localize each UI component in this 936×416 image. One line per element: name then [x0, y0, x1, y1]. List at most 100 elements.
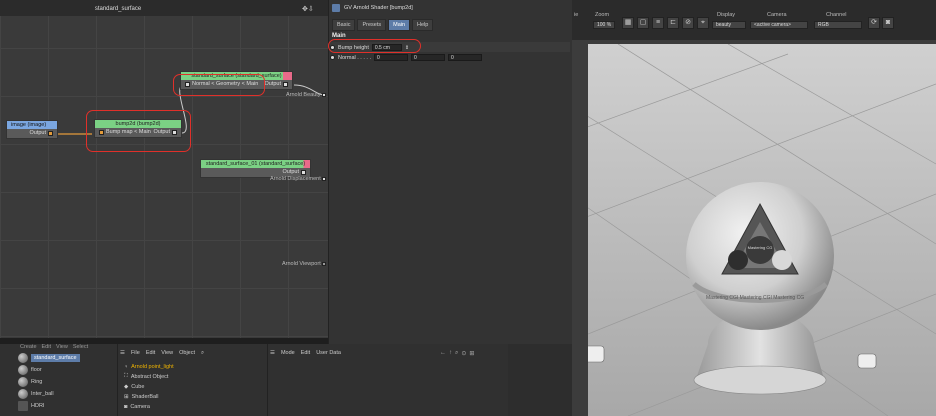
material-label: standard_surface: [31, 354, 80, 362]
channel-label: Channel: [826, 12, 847, 18]
camera-icon: ◙: [124, 403, 128, 410]
material-thumbnail: [18, 401, 28, 411]
camera-select[interactable]: <active camera>: [750, 21, 808, 29]
channel-select[interactable]: RGB: [814, 21, 862, 29]
tab-help[interactable]: Help: [412, 19, 434, 31]
attribute-panel-title: GV Arnold Shader [bump2d]: [344, 5, 413, 11]
image-output-port[interactable]: [48, 131, 53, 136]
arnold-viewport-port[interactable]: [322, 261, 327, 266]
material-label: Inter_ball: [31, 391, 54, 397]
material-item-standard-surface[interactable]: standard_surface: [18, 353, 80, 363]
material-thumbnail: [18, 353, 28, 363]
back-arrow-icon[interactable]: ←: [440, 350, 446, 357]
toolbar-left-label: ie: [574, 12, 579, 18]
normal-x-field[interactable]: 0: [374, 54, 409, 61]
light-icon: ♀: [124, 363, 129, 370]
material-menu-select[interactable]: Select: [73, 344, 88, 350]
refresh-icon[interactable]: ⟳: [868, 17, 880, 29]
search-icon[interactable]: ⌕: [455, 350, 458, 357]
image-node-title: image (image): [7, 121, 57, 129]
attr-menu-edit[interactable]: Edit: [301, 350, 310, 356]
standard-surface-output-label: Output: [264, 81, 281, 87]
normal-row: Normal . . . . . 0 0 0: [330, 53, 483, 62]
null-icon: ⛶: [124, 373, 128, 379]
region-icon[interactable]: ▢: [637, 17, 649, 29]
standard-surface-output-port[interactable]: [283, 82, 288, 87]
tab-presets[interactable]: Presets: [357, 19, 387, 31]
standard-surface-01-node-title: standard_surface_01 (standard_surface): [201, 160, 310, 168]
material-menu-create[interactable]: Create: [20, 344, 37, 350]
material-item-floor[interactable]: floor: [18, 365, 42, 375]
material-item-hdri[interactable]: HDRI: [18, 401, 44, 411]
attr-menu-user-data[interactable]: User Data: [316, 350, 341, 356]
material-item-ring[interactable]: Ring: [18, 377, 42, 387]
object-menu-object[interactable]: Object: [179, 350, 195, 357]
ring-text: Mastering CGI Mastering CGI Mastering CG: [706, 295, 804, 301]
bump-node-highlight: [86, 110, 191, 152]
object-label: Cube: [131, 383, 145, 390]
object-label: Arnold point_light: [131, 363, 174, 370]
hamburger-icon[interactable]: ☰: [120, 350, 125, 357]
arnold-displacement-port[interactable]: [322, 176, 327, 181]
crop-icon[interactable]: ⊏: [667, 17, 679, 29]
pick-icon[interactable]: ⌖: [697, 17, 709, 29]
grid-icon[interactable]: ▦: [622, 17, 634, 29]
camera-label: Camera: [767, 12, 787, 18]
material-menu-edit[interactable]: Edit: [42, 344, 51, 350]
image-node[interactable]: image (image) Output: [6, 120, 58, 139]
normal-keyframe-icon[interactable]: [330, 55, 335, 60]
object-row-abstract-object[interactable]: ⛶ Abstract Object: [124, 372, 168, 381]
arnold-beauty-port[interactable]: [322, 92, 327, 97]
zoom-select[interactable]: 100 %: [593, 21, 616, 29]
object-menu-file[interactable]: File: [131, 350, 140, 357]
display-select[interactable]: beauty: [712, 21, 746, 29]
material-label: floor: [31, 367, 42, 373]
node-editor[interactable]: standard_surface ✥⇩ image (image) Output…: [0, 0, 328, 338]
image-node-output-label: Output: [29, 130, 46, 136]
material-menu-view[interactable]: View: [56, 344, 68, 350]
layers-icon[interactable]: ≡: [652, 17, 664, 29]
lock-icon[interactable]: ⊙: [461, 350, 466, 357]
object-row-arnold-point-light[interactable]: ♀ Arnold point_light: [124, 362, 174, 371]
object-label: ShaderBall: [131, 393, 159, 400]
zoom-label: Zoom: [595, 12, 610, 18]
attr-menu-mode[interactable]: Mode: [281, 350, 295, 356]
object-row-camera[interactable]: ◙ Camera: [124, 402, 150, 411]
material-item-inter-ball[interactable]: Inter_ball: [18, 389, 54, 399]
object-label: Camera: [130, 403, 150, 410]
camera-snapshot-icon[interactable]: ◙: [882, 17, 894, 29]
tab-basic[interactable]: Basic: [332, 19, 356, 31]
object-row-shaderball[interactable]: ⊞ ShaderBall: [124, 392, 159, 401]
normal-z-field[interactable]: 0: [448, 54, 483, 61]
lock-icon[interactable]: ⊘: [682, 17, 694, 29]
material-thumbnail: [18, 389, 28, 399]
arnold-displacement-label: Arnold Displacement: [270, 176, 327, 182]
object-menu-view[interactable]: View: [161, 350, 173, 357]
normal-y-field[interactable]: 0: [411, 54, 446, 61]
rendered-shaderball: Mastering CGI Mastering CGI Mastering CG…: [588, 44, 936, 416]
add-icon[interactable]: ⊞: [469, 350, 474, 357]
arnold-beauty-label: Arnold Beauty: [286, 92, 327, 98]
material-label: HDRI: [31, 403, 45, 409]
material-thumbnail: [18, 365, 28, 375]
render-image: Mastering CGI Mastering CGI Mastering CG…: [588, 44, 936, 416]
badge-text: Mastering CG: [748, 245, 773, 250]
standard-surface-01-output-port[interactable]: [301, 170, 306, 175]
material-label: Ring: [31, 379, 43, 385]
tab-main[interactable]: Main: [388, 19, 411, 31]
object-label: Abstract Object: [130, 373, 169, 380]
normal-input-highlight: [173, 74, 265, 96]
attribute-tabs: Basic Presets Main Help: [332, 19, 434, 31]
up-arrow-icon[interactable]: ↑: [449, 350, 452, 357]
cube-icon: ◆: [124, 383, 129, 390]
object-menu: ☰ File Edit View Object ⌕: [120, 350, 204, 357]
group-icon: ⊞: [124, 393, 129, 400]
material-thumbnail: [18, 377, 28, 387]
hamburger-icon[interactable]: ☰: [270, 350, 275, 356]
attr-nav-icons: ← ↑ ⌕ ⊙ ⊞: [440, 350, 474, 357]
search-icon[interactable]: ⌕: [201, 350, 204, 357]
object-row-cube[interactable]: ◆ Cube: [124, 382, 144, 391]
attribute-manager-menu: ☰ Mode Edit User Data: [270, 350, 341, 356]
object-menu-edit[interactable]: Edit: [146, 350, 155, 357]
arnold-viewport-label: Arnold Viewport: [282, 261, 327, 267]
